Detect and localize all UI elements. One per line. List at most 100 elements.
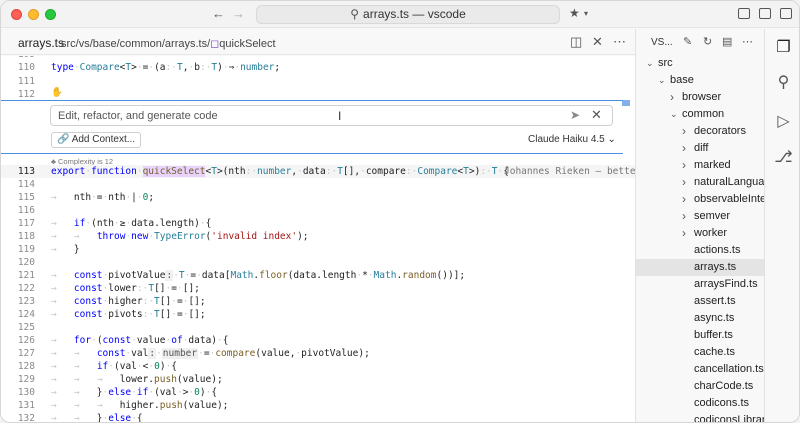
explorer-title: VS... <box>651 37 673 48</box>
tree-folder[interactable]: › marked <box>636 157 765 174</box>
close-icon[interactable]: ✕ <box>592 34 603 50</box>
chevron-down-icon: ⌄ <box>658 75 666 85</box>
editor-tab-row: arrays.ts src/vs/base/common/arrays.ts/◻… <box>1 29 635 55</box>
activity-bar: ❐ ⚲ ▷ ⎇ <box>764 29 799 422</box>
tree-item-label: assert.ts <box>694 295 736 307</box>
close-window-button[interactable] <box>11 9 22 20</box>
tree-item-label: src <box>658 57 673 69</box>
code-line: export·function·quickSelect<T>(nth:·numb… <box>51 166 509 177</box>
line-number: 130 <box>17 387 35 398</box>
code-line: → nth·=·nth·|·0; <box>51 192 155 203</box>
line-number: 127 <box>17 348 35 359</box>
tree-item-label: worker <box>694 227 728 239</box>
chevron-down-icon[interactable]: ▾ <box>584 9 588 18</box>
add-context-button[interactable]: 🔗 Add Context... <box>51 132 142 148</box>
tree-item-label: decorators <box>694 125 746 137</box>
vscode-window: ← → ⚲ arrays.ts — vscode ★ ▾ arrays.ts sr… <box>0 0 800 423</box>
tree-item-label: browser <box>682 91 722 103</box>
line-number: 126 <box>17 335 35 346</box>
run-debug-icon[interactable]: ▷ <box>765 111 799 131</box>
chat-icon[interactable]: ★ <box>569 6 580 20</box>
tree-file[interactable]: arraysFind.ts <box>636 276 765 293</box>
arrow-right-icon[interactable]: → <box>232 6 245 21</box>
symbol-icon: ◻ <box>210 38 220 50</box>
chevron-right-icon: › <box>682 209 686 223</box>
files-icon[interactable]: ❐ <box>765 37 799 57</box>
tree-file[interactable]: cache.ts <box>636 344 765 361</box>
send-icon[interactable]: ➤ <box>570 108 580 122</box>
tree-folder[interactable]: › browser <box>636 89 765 106</box>
tree-file[interactable]: async.ts <box>636 310 765 327</box>
explorer-header: VS... ✎ ↻ ▤ ⋯ <box>636 29 765 55</box>
code-line: type·Compare<T>·=·(a:·T,·b:·T)·⇒·number; <box>51 62 281 73</box>
arrow-left-icon[interactable]: ← <box>212 6 225 21</box>
command-center[interactable]: ⚲ arrays.ts — vscode <box>256 5 560 24</box>
code-line: → → → lower.push(value); <box>51 374 223 385</box>
new-file-icon[interactable]: ✎ <box>683 35 692 48</box>
tree-file[interactable]: buffer.ts <box>636 327 765 344</box>
inline-chat-input[interactable]: Edit, refactor, and generate code I ➤ ✕ <box>50 105 613 126</box>
more-actions-icon[interactable]: ⋯ <box>742 35 753 48</box>
tree-folder[interactable]: › naturalLanguage <box>636 174 777 191</box>
file-tab[interactable]: arrays.ts <box>18 36 64 50</box>
git-blame: Johannes Rieken – better <box>504 166 635 177</box>
model-picker[interactable]: Claude Haiku 4.5 ⌄ <box>528 134 616 145</box>
code-line: → for·(const·value·of·data)·{ <box>51 335 229 346</box>
code-line: → → if·(val·<·0)·{ <box>51 361 178 372</box>
search-icon[interactable]: ⚲ <box>765 72 799 92</box>
toggle-sidebar-icon[interactable] <box>738 8 750 19</box>
tree-file[interactable]: codicons.ts <box>636 395 765 412</box>
more-actions-icon[interactable]: ⋯ <box>613 34 626 50</box>
refresh-icon[interactable]: ↻ <box>703 35 712 48</box>
tree-file[interactable]: cancellation.ts <box>636 361 765 378</box>
maximize-window-button[interactable] <box>45 9 56 20</box>
tree-file[interactable]: charCode.ts <box>636 378 765 395</box>
tree-file[interactable]: codiconsLibrar... <box>636 412 774 422</box>
line-number: 128 <box>17 361 35 372</box>
tree-file[interactable]: actions.ts <box>636 242 765 259</box>
tree-item-label: base <box>670 74 694 86</box>
code-line: → const·pivotValue:·T·=·data[Math.floor(… <box>51 270 466 281</box>
tree-folder[interactable]: › decorators <box>636 123 765 140</box>
tree-folder[interactable]: › diff <box>636 140 765 157</box>
line-number: 123 <box>17 296 35 307</box>
breadcrumb-path: src/vs/base/common/arrays.ts/ <box>61 38 211 50</box>
line-number: 122 <box>17 283 35 294</box>
collapse-all-icon[interactable]: ▤ <box>722 35 732 48</box>
tree-folder[interactable]: ⌄ base <box>636 72 765 89</box>
toggle-secondary-sidebar-icon[interactable] <box>780 8 792 19</box>
tree-folder[interactable]: › observableInte... <box>636 191 775 208</box>
tree-item-label: async.ts <box>694 312 735 324</box>
tree-item-label: cancellation.ts <box>694 363 764 375</box>
chevron-right-icon: › <box>682 175 686 189</box>
code-line: → } <box>51 244 80 255</box>
line-number: 109 <box>1 56 35 60</box>
minimize-window-button[interactable] <box>28 9 39 20</box>
breadcrumb[interactable]: src/vs/base/common/arrays.ts/◻quickSelec… <box>61 37 276 50</box>
close-icon[interactable]: ✕ <box>591 107 602 123</box>
explorer-panel: VS... ✎ ↻ ▤ ⋯ ⌄ src ⌄ base › browser ⌄ common › d… <box>635 29 777 422</box>
lightbulb-icon[interactable]: ✋ <box>51 87 63 98</box>
tree-file[interactable]: assert.ts <box>636 293 765 310</box>
split-editor-icon[interactable]: ◫ <box>570 34 582 50</box>
line-number: 118 <box>17 231 35 242</box>
code-line: → const·lower:·T[]·=·[]; <box>51 283 200 294</box>
line-number: 124 <box>17 309 35 320</box>
code-editor[interactable]: 109 110 type·Compare<T>·=·(a:·T,·b:·T)·⇒… <box>1 56 635 422</box>
chevron-right-icon: › <box>682 124 686 138</box>
line-number: 131 <box>17 400 35 411</box>
tree-item-label: marked <box>694 159 731 171</box>
tree-folder[interactable]: › worker <box>636 225 765 242</box>
line-number: 121 <box>17 270 35 281</box>
tree-folder[interactable]: ⌄ src <box>636 55 765 72</box>
title-bar: ← → ⚲ arrays.ts — vscode ★ ▾ <box>1 1 799 28</box>
tree-folder[interactable]: ⌄ common <box>636 106 765 123</box>
tree-file[interactable]: arrays.ts <box>636 259 765 276</box>
line-number: 117 <box>17 218 35 229</box>
source-control-icon[interactable]: ⎇ <box>765 147 799 167</box>
tree-item-label: buffer.ts <box>694 329 733 341</box>
code-line: → → const·val:·number·=·compare(value,·p… <box>51 348 370 359</box>
toggle-panel-icon[interactable] <box>759 8 771 19</box>
tree-folder[interactable]: › semver <box>636 208 765 225</box>
code-line: → → throw·new·TypeError('invalid index')… <box>51 231 309 242</box>
